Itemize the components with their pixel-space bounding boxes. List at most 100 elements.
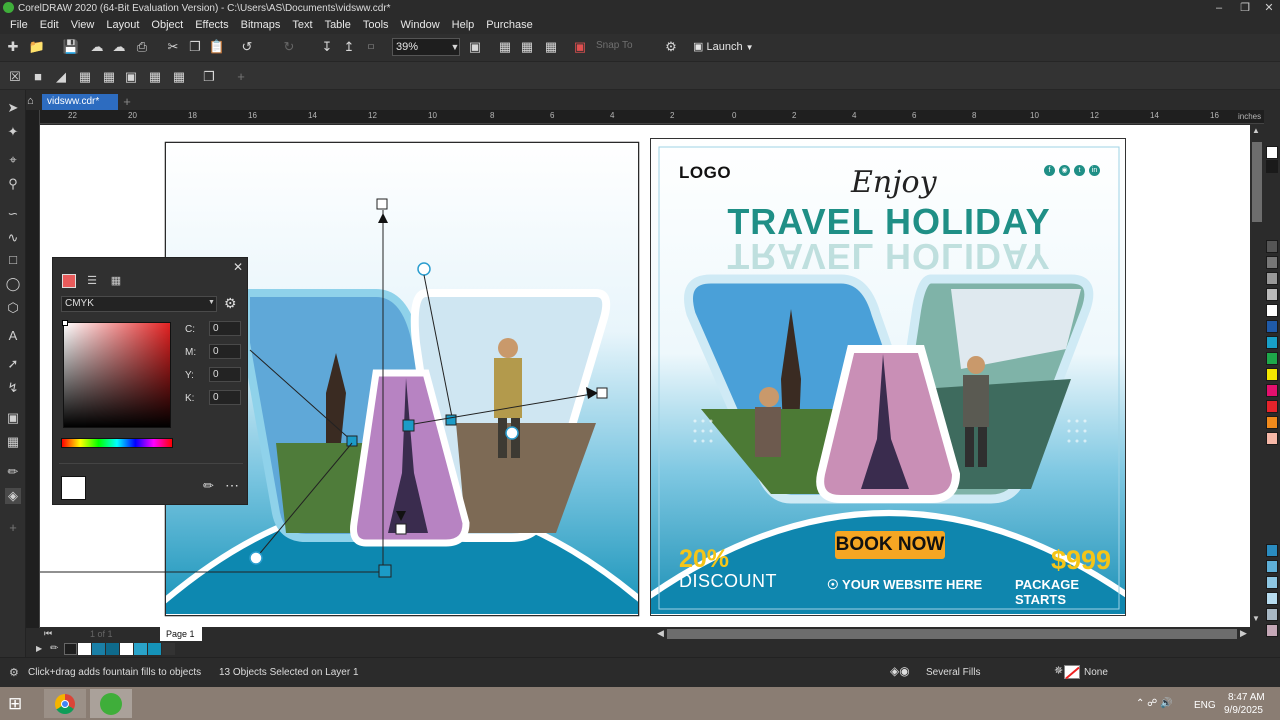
polygon-tool-icon[interactable]: ⬡ (5, 300, 21, 316)
tray-icons[interactable]: ⌃ ☍ 🔊 (1136, 698, 1173, 709)
palette-swatch[interactable] (1266, 416, 1278, 429)
restore-icon[interactable]: ❐ (1232, 0, 1258, 16)
save-icon[interactable]: 💾 (62, 38, 80, 56)
palette-icon[interactable]: ▦ (109, 274, 123, 288)
node-handle-center[interactable] (402, 419, 415, 432)
menu-bitmaps[interactable]: Bitmaps (235, 19, 287, 31)
two-color-fill-icon[interactable]: ▣ (122, 68, 140, 86)
fill-handle-right[interactable] (596, 387, 608, 399)
chrome-taskbar-button[interactable] (44, 689, 86, 718)
palette-swatch[interactable] (1266, 624, 1278, 637)
connector-tool-icon[interactable]: ↯ (5, 380, 21, 396)
menu-tools[interactable]: Tools (357, 19, 395, 31)
doc-swatch[interactable] (92, 643, 105, 655)
outline-indicator-icon[interactable]: ✵ (1054, 664, 1082, 680)
first-page-icon[interactable]: ⏮ (44, 628, 52, 639)
menu-window[interactable]: Window (395, 19, 446, 31)
color-eyedropper-icon[interactable]: ✏ (5, 464, 21, 480)
text-tool-icon[interactable]: A (5, 328, 21, 344)
fill-handle-circle-right[interactable] (505, 426, 519, 440)
minimize-icon[interactable]: – (1206, 0, 1232, 16)
snap-off-icon[interactable]: ▣ (571, 38, 589, 56)
palette-arrow-icon[interactable]: ▶ (36, 644, 42, 653)
tab-vidsww[interactable]: vidsww.cdr* (42, 94, 118, 110)
interactive-fill-tool-icon[interactable]: ◈ (5, 488, 21, 504)
copy-icon[interactable]: ❐ (186, 38, 204, 56)
menu-help[interactable]: Help (446, 19, 481, 31)
magenta-field[interactable]: 0 (209, 344, 241, 359)
palette-swatch[interactable] (1266, 384, 1278, 397)
export-icon[interactable]: ↥ (340, 38, 358, 56)
scroll-down-icon[interactable]: ▼ (1252, 614, 1260, 623)
texture-fill-icon[interactable]: ▦ (146, 68, 164, 86)
artistic-media-tool-icon[interactable]: ∿ (5, 230, 21, 246)
color-model-select[interactable]: CMYK (61, 296, 217, 312)
palette-swatch[interactable] (1266, 240, 1278, 253)
doc-swatch[interactable] (78, 643, 91, 655)
close-icon[interactable]: ✕ (233, 260, 243, 274)
clock-time[interactable]: 8:47 AM (1228, 692, 1265, 703)
menu-file[interactable]: File (4, 19, 34, 31)
picker-marker[interactable] (62, 320, 68, 326)
doc-swatch[interactable] (120, 643, 133, 655)
palette-swatch[interactable] (1266, 592, 1278, 605)
quick-customize-icon[interactable]: + (5, 520, 21, 536)
color-picker-area[interactable] (63, 322, 171, 428)
add-icon[interactable]: + (232, 68, 250, 86)
fill-handle-lower[interactable] (395, 523, 407, 535)
palette-swatch[interactable] (1266, 272, 1278, 285)
palette-swatch[interactable] (1266, 256, 1278, 269)
fill-handle-top[interactable] (376, 198, 388, 210)
palette-swatch[interactable] (1266, 560, 1278, 573)
guidelines-icon[interactable]: ▦ (542, 38, 560, 56)
cloud-download-icon[interactable]: ☁ (110, 38, 128, 56)
copy-fill-icon[interactable]: ❐ (200, 68, 218, 86)
doc-swatch[interactable] (162, 643, 175, 655)
rulers-icon[interactable]: ▦ (496, 38, 514, 56)
black-field[interactable]: 0 (209, 390, 241, 405)
undo-icon[interactable]: ↺ (238, 38, 256, 56)
no-fill-icon[interactable]: ☒ (6, 68, 24, 86)
coreldraw-taskbar-button[interactable] (90, 689, 132, 718)
palette-swatch[interactable] (1266, 352, 1278, 365)
cloud-upload-icon[interactable]: ☁ (88, 38, 106, 56)
grid-icon[interactable]: ▦ (518, 38, 536, 56)
eyedropper-icon[interactable]: ✏ (50, 643, 58, 654)
bitmap-pattern-fill-icon[interactable]: ▦ (100, 68, 118, 86)
menu-object[interactable]: Object (145, 19, 189, 31)
menu-purchase[interactable]: Purchase (480, 19, 538, 31)
menu-edit[interactable]: Edit (34, 19, 65, 31)
cut-icon[interactable]: ✂ (164, 38, 182, 56)
node-handle[interactable] (445, 414, 457, 426)
palette-swatch[interactable] (1266, 576, 1278, 589)
drop-shadow-tool-icon[interactable]: ▣ (5, 410, 21, 426)
scroll-right-icon[interactable]: ▶ (1240, 628, 1247, 639)
fill-handle-circle-top[interactable] (417, 262, 431, 276)
sliders-icon[interactable]: ☰ (85, 274, 99, 288)
fountain-fill-icon[interactable]: ◢ (52, 68, 70, 86)
horizontal-scroll-thumb[interactable] (667, 629, 1237, 639)
import-icon[interactable]: ↧ (318, 38, 336, 56)
rectangle-tool-icon[interactable]: □ (5, 252, 21, 268)
fill-handle-circle-bottom[interactable] (249, 551, 263, 565)
publish-pdf-icon[interactable]: □ (362, 38, 380, 56)
menu-layout[interactable]: Layout (100, 19, 145, 31)
settings-gear-icon[interactable]: ⚙ (224, 295, 237, 312)
menu-view[interactable]: View (65, 19, 101, 31)
palette-swatch[interactable] (1266, 400, 1278, 413)
zoom-dropdown-icon[interactable]: ▼ (446, 38, 464, 56)
shape-tool-icon[interactable]: ✦ (5, 124, 21, 140)
fill-indicator-icon[interactable]: ◈◉ (890, 664, 922, 680)
snap-to-dropdown[interactable]: Snap To (596, 40, 633, 51)
color-viewer-icon[interactable] (62, 274, 76, 288)
palette-swatch[interactable] (1266, 160, 1278, 173)
palette-swatch[interactable] (1266, 432, 1278, 445)
zoom-tool-icon[interactable]: ⚲ (5, 176, 21, 192)
hue-slider[interactable] (61, 438, 173, 448)
palette-swatch[interactable] (1266, 544, 1278, 557)
fill-handle-bottom[interactable] (378, 564, 392, 578)
open-folder-icon[interactable]: 📁 (28, 38, 46, 56)
palette-swatch[interactable] (1266, 608, 1278, 621)
current-color-swatch[interactable] (61, 476, 86, 500)
redo-icon[interactable]: ↻ (280, 38, 298, 56)
